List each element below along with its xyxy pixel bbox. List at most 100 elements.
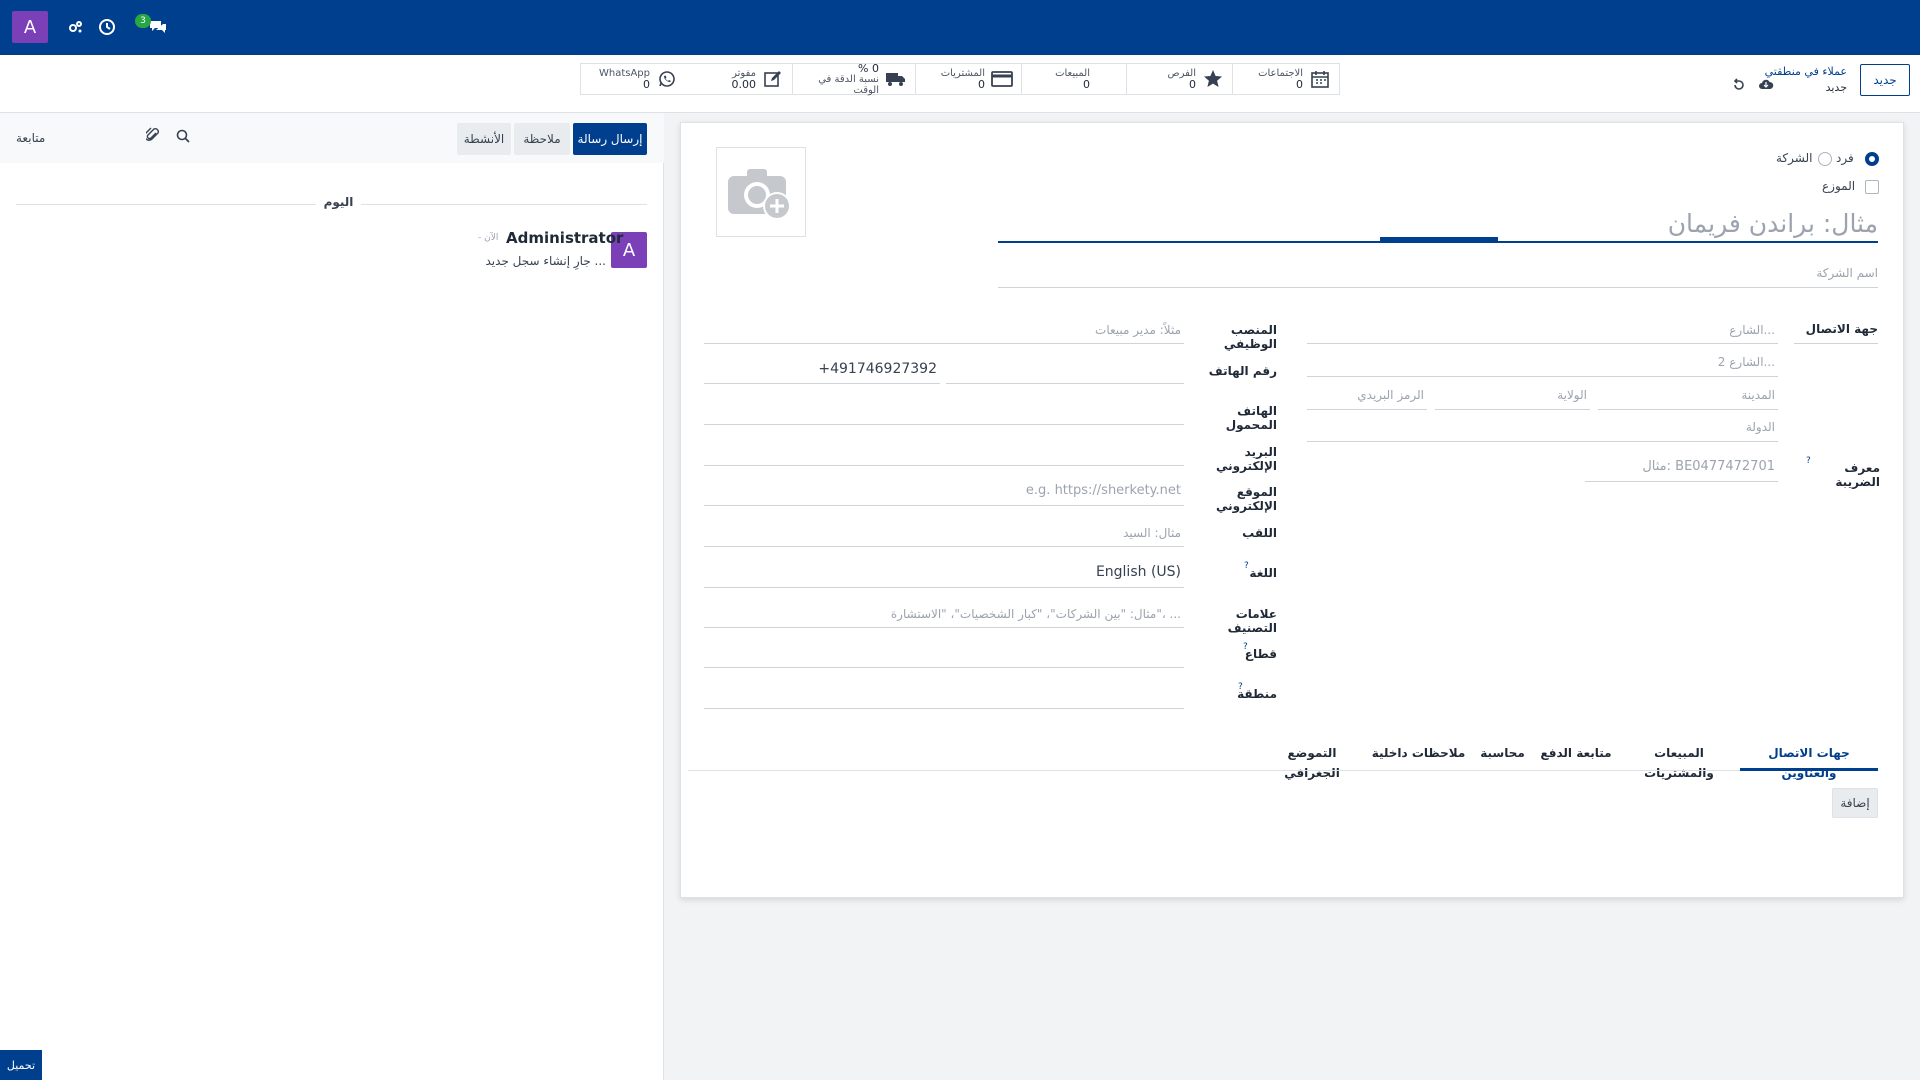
radio-individual[interactable] xyxy=(1865,152,1879,166)
breadcrumb-parent[interactable]: عملاء في منطقتي xyxy=(1765,64,1847,80)
breadcrumb: عملاء في منطقتي جديد xyxy=(1765,64,1847,96)
tab-geolocation[interactable]: التموضع الجغرافي xyxy=(1262,743,1362,780)
website-label: الموقع الإلكتروني xyxy=(1215,485,1277,513)
user-avatar[interactable]: A xyxy=(12,11,48,43)
stat-invoiced[interactable]: مفوتر 0.00 xyxy=(686,63,793,95)
email-input[interactable] xyxy=(704,465,1184,466)
region-label: منطقة xyxy=(1237,687,1277,701)
title-input[interactable]: مثال: السيد xyxy=(704,526,1181,540)
stat-value: 0 xyxy=(1083,78,1090,91)
stat-value: 0 xyxy=(1296,78,1303,91)
state-input[interactable]: الولاية xyxy=(1435,388,1587,402)
tabs-border xyxy=(688,770,1878,771)
message-author[interactable]: Administrator xyxy=(506,229,623,247)
stat-value: 0 % xyxy=(858,61,879,75)
job-input[interactable]: مثلاً: مدير مبيعات xyxy=(704,323,1181,337)
debug-tools-icon[interactable] xyxy=(64,15,88,39)
supplier-checkbox[interactable] xyxy=(1865,180,1879,194)
mobile-input[interactable] xyxy=(704,424,1184,425)
stat-opportunities[interactable]: الفرص 0 xyxy=(1127,63,1233,95)
street2-line xyxy=(1307,376,1778,377)
vat-input[interactable]: مثال: BE0477472701 xyxy=(1585,459,1775,474)
message-body: جارِ إنشاء سجل جديد ... xyxy=(485,254,607,268)
stat-whatsapp[interactable]: WhatsApp 0 xyxy=(580,63,686,95)
tags-input[interactable]: مثال: "بين الشركات"، "كبار الشخصيات"، "ا… xyxy=(704,607,1181,621)
help-tooltip-icon[interactable]: ? xyxy=(1244,561,1249,571)
follow-button[interactable]: متابعة xyxy=(16,131,45,145)
tab-internal-notes[interactable]: ملاحظات داخلية xyxy=(1367,743,1470,771)
tab-sales-purchases[interactable]: المبيعات والمشتريات xyxy=(1620,743,1738,780)
country-input[interactable]: الدولة xyxy=(1307,420,1775,434)
image-upload[interactable] xyxy=(716,147,806,237)
stat-value: 0 xyxy=(1189,78,1196,91)
active-tab-indicator xyxy=(1740,768,1878,771)
calendar-icon xyxy=(1309,68,1331,90)
company-name-input[interactable]: اسم الشركة xyxy=(998,266,1878,280)
stat-value: 0.00 xyxy=(731,78,757,91)
help-tooltip-icon[interactable]: ? xyxy=(1806,456,1811,466)
date-separator-line-right xyxy=(361,204,647,205)
discard-icon[interactable] xyxy=(1732,78,1746,95)
vat-line xyxy=(1585,481,1778,482)
search-icon[interactable] xyxy=(176,129,190,146)
name-input[interactable]: مثال: براندن فريمان xyxy=(998,209,1878,238)
tags-label: علامات التصنيف xyxy=(1227,607,1277,635)
stat-on-time-rate[interactable]: 0 % نسبة الدقة في الوقت xyxy=(793,61,916,96)
dollar-icon: $ xyxy=(1096,68,1118,90)
svg-text:$: $ xyxy=(1100,69,1101,89)
stat-meetings[interactable]: الاجتماعات 0 xyxy=(1233,63,1340,95)
clock-icon[interactable] xyxy=(95,15,119,39)
credit-card-icon xyxy=(991,68,1013,90)
supplier-label: الموزع xyxy=(1822,179,1856,193)
invoice-edit-icon xyxy=(762,68,784,90)
mobile-label: الهاتف المحمول xyxy=(1225,404,1277,432)
zip-input[interactable]: الرمز البريدي xyxy=(1307,388,1424,402)
whatsapp-icon xyxy=(656,68,678,90)
email-label: البريد الإلكتروني xyxy=(1215,445,1277,473)
city-input[interactable]: المدينة xyxy=(1598,388,1775,402)
job-label: المنصب الوظيفي xyxy=(1223,323,1277,351)
city-line xyxy=(1598,409,1778,410)
language-label: اللغة xyxy=(1249,566,1277,580)
address-type-select[interactable]: جهة الاتصال xyxy=(1794,322,1878,344)
street2-input[interactable]: الشارع 2... xyxy=(1307,355,1775,369)
phone-line xyxy=(704,383,940,384)
tags-line xyxy=(704,627,1184,628)
tab-contacts-addresses[interactable]: جهات الاتصال والعناوين xyxy=(1740,743,1878,780)
save-cloud-icon[interactable] xyxy=(1758,78,1774,93)
add-contact-button[interactable]: إضافة xyxy=(1832,788,1878,818)
upload-button[interactable]: تحميل xyxy=(0,1050,42,1080)
radio-company[interactable] xyxy=(1818,152,1832,166)
type-individual-label: فرد xyxy=(1836,151,1854,165)
tab-accounting[interactable]: محاسبة xyxy=(1475,743,1530,771)
job-line xyxy=(704,343,1184,344)
stat-value: 0 xyxy=(643,78,650,91)
stat-sales[interactable]: $ المبيعات0 xyxy=(1022,63,1127,95)
send-message-button[interactable]: إرسال رسالة xyxy=(573,123,647,155)
type-company-label: الشركة xyxy=(1776,151,1813,165)
truck-icon xyxy=(885,68,907,90)
region-input[interactable] xyxy=(704,708,1184,709)
stat-purchases[interactable]: المشتريات 0 xyxy=(916,63,1022,95)
website-input[interactable]: e.g. https://sherkety.net xyxy=(704,483,1181,498)
zip-line xyxy=(1307,409,1427,410)
phone-secondary-line xyxy=(946,383,1184,384)
phone-input[interactable]: +491746927392 xyxy=(704,361,937,377)
help-tooltip-icon[interactable]: ? xyxy=(1238,682,1243,692)
language-line xyxy=(704,587,1184,588)
name-underline xyxy=(998,241,1878,243)
paperclip-icon[interactable] xyxy=(144,127,160,146)
help-tooltip-icon[interactable]: ? xyxy=(1243,642,1248,652)
industry-input[interactable] xyxy=(704,667,1184,668)
tab-payment-followup[interactable]: متابعة الدفع xyxy=(1535,743,1617,771)
street-line xyxy=(1307,343,1778,344)
activities-button[interactable]: الأنشطة xyxy=(457,123,511,155)
stat-value: 0 xyxy=(978,78,985,91)
street-input[interactable]: الشارع... xyxy=(1307,323,1775,337)
log-note-button[interactable]: ملاحظة xyxy=(514,123,570,155)
stat-label: نسبة الدقة في الوقت xyxy=(818,73,879,96)
language-select[interactable]: English (US) xyxy=(704,564,1181,580)
message-time: - الآن xyxy=(478,233,499,243)
new-button[interactable]: جديد xyxy=(1860,64,1910,96)
company-name-line xyxy=(998,287,1878,288)
